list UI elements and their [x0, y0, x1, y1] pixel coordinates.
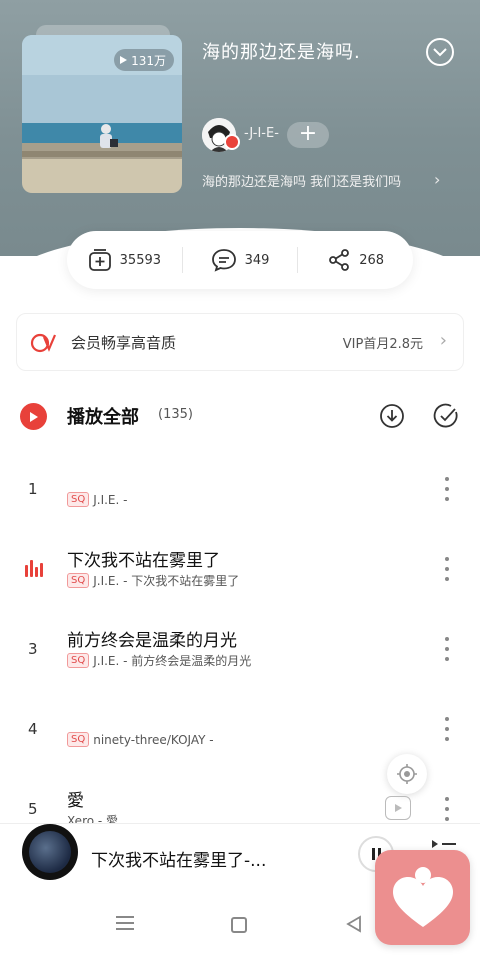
- play-count-badge: 131万: [114, 49, 174, 71]
- creator-name[interactable]: -J-I-E-: [244, 126, 279, 141]
- song-subtitle: SQ ninety-three/KOJAY -: [67, 732, 214, 747]
- chevron-right-icon: ›: [434, 170, 441, 189]
- play-count: 131万: [131, 53, 166, 68]
- download-button[interactable]: [379, 403, 405, 433]
- play-all-button[interactable]: [20, 403, 47, 430]
- song-more-button[interactable]: [443, 717, 451, 741]
- vip-banner[interactable]: 会员畅享高音质 VIP首月2.8元 ›: [16, 313, 464, 371]
- multi-select-button[interactable]: [433, 403, 459, 433]
- song-title: 前方终会是温柔的月光: [67, 631, 237, 651]
- sq-badge: SQ: [67, 492, 90, 507]
- song-subtitle: SQ J.I.E. - 前方终会是温柔的月光: [67, 652, 251, 669]
- video-play-icon: [395, 804, 402, 812]
- playlist-title: 海的那边还是海吗.: [202, 42, 361, 63]
- song-artist: J.I.E. - 下次我不站在雾里了: [93, 574, 240, 588]
- song-more-button[interactable]: [443, 637, 451, 661]
- song-subtitle: SQ J.I.E. -: [67, 492, 127, 507]
- share-button[interactable]: 268: [298, 248, 413, 272]
- play-icon: [29, 411, 38, 422]
- follow-button[interactable]: +: [287, 122, 329, 148]
- mini-player-disc[interactable]: [22, 824, 78, 880]
- add-to-collection-icon: [88, 249, 111, 271]
- now-playing-icon: [25, 560, 43, 577]
- song-row[interactable]: 1 SQ J.I.E. -: [0, 452, 480, 532]
- playlist-cover[interactable]: 131万: [22, 35, 182, 193]
- comment-count: 349: [244, 252, 270, 268]
- creator-badge: [224, 134, 240, 150]
- sq-badge: SQ: [67, 653, 90, 668]
- collect-button[interactable]: 35593: [67, 248, 182, 272]
- song-artist: J.I.E. -: [93, 492, 128, 507]
- mv-button[interactable]: [385, 796, 411, 820]
- collapse-button[interactable]: [426, 38, 454, 66]
- song-row[interactable]: 3 前方终会是温柔的月光 SQ J.I.E. - 前方终会是温柔的月光: [0, 612, 480, 692]
- song-title: 下次我不站在雾里了: [67, 551, 220, 571]
- collect-count: 35593: [119, 252, 162, 268]
- sq-badge: SQ: [67, 573, 90, 588]
- recent-apps-button[interactable]: [116, 916, 134, 930]
- playlist-description[interactable]: 海的那边还是海吗 我们还是我们吗: [202, 171, 401, 190]
- album-art: [29, 831, 71, 873]
- vip-logo-icon: [30, 333, 57, 353]
- song-title: 愛: [67, 791, 84, 811]
- vip-offer: VIP首月2.8元: [342, 337, 423, 352]
- song-index: 3: [28, 640, 38, 658]
- song-artist: ninety-three/KOJAY -: [93, 732, 214, 747]
- back-button[interactable]: [345, 915, 363, 933]
- share-count: 268: [359, 252, 385, 268]
- song-more-button[interactable]: [443, 477, 451, 501]
- heart-person-icon: [392, 866, 453, 927]
- comment-button[interactable]: 349: [183, 248, 298, 272]
- locate-icon: [397, 764, 417, 784]
- home-button[interactable]: [231, 917, 247, 933]
- share-icon: [329, 249, 350, 271]
- floating-heart-app[interactable]: [375, 850, 470, 945]
- song-index: 4: [28, 720, 38, 738]
- mini-player-title: 下次我不站在雾里了-...: [91, 851, 267, 871]
- song-subtitle: SQ J.I.E. - 下次我不站在雾里了: [67, 572, 239, 589]
- chevron-right-icon: ›: [439, 330, 447, 351]
- song-more-button[interactable]: [443, 797, 451, 821]
- song-index: 1: [28, 480, 38, 498]
- download-icon: [380, 404, 404, 428]
- playlist-header: 131万 海的那边还是海吗. -J-I-E- + 海的那边还是海吗 我们还是我们…: [0, 0, 480, 256]
- song-index: 5: [28, 800, 38, 818]
- cover-stack: 131万: [22, 25, 182, 193]
- song-artist: J.I.E. - 前方终会是温柔的月光: [93, 654, 252, 668]
- song-more-button[interactable]: [443, 557, 451, 581]
- play-all-label[interactable]: 播放全部: [67, 403, 139, 429]
- play-icon: [120, 56, 128, 64]
- locate-current-button[interactable]: [387, 754, 427, 794]
- action-bar: 35593 349 268: [67, 231, 413, 289]
- checkmark-circle-icon: [433, 403, 458, 428]
- sq-badge: SQ: [67, 732, 90, 747]
- song-row[interactable]: 下次我不站在雾里了 SQ J.I.E. - 下次我不站在雾里了: [0, 532, 480, 612]
- vip-text: 会员畅享高音质: [71, 334, 177, 352]
- play-all-count: (135): [158, 407, 193, 422]
- comment-icon: [211, 249, 236, 272]
- chevron-down-icon: [433, 48, 447, 57]
